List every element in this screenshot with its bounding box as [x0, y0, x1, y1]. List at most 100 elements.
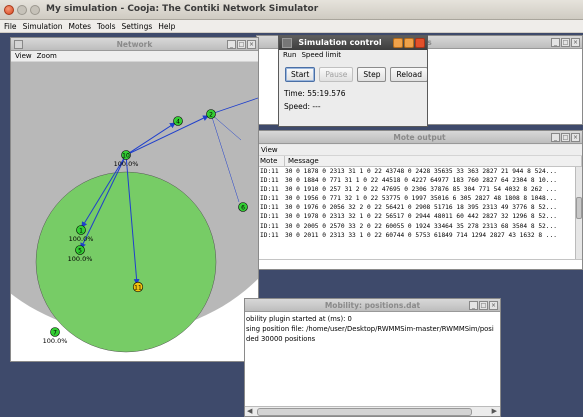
close-icon[interactable]: ×: [571, 133, 580, 142]
node-2[interactable]: 2: [206, 109, 216, 119]
close-icon[interactable]: ×: [571, 38, 580, 47]
mote-id-cell: ID:11: [260, 231, 279, 239]
start-button[interactable]: Start: [285, 67, 316, 82]
table-row[interactable]: ID:11 30 0 1976 0 2056 32 2 0 22 56421 0 …: [257, 203, 582, 212]
svg-text:4: 4: [176, 119, 180, 126]
table-row[interactable]: ID:11 30 0 1878 0 2313 31 1 0 22 43748 0 …: [257, 167, 582, 176]
mobility-title: Mobility: positions.dat: [324, 301, 421, 310]
simulation-control-window: Simulation control Run Speed limit Start…: [278, 35, 428, 127]
menu-speed-limit[interactable]: Speed limit: [301, 50, 341, 61]
mote-output-window: Mote output _ □ × View Mote Message ID:11 3…: [256, 130, 583, 270]
reload-button[interactable]: Reload: [390, 67, 427, 82]
node-4[interactable]: 4: [173, 116, 183, 126]
column-message[interactable]: Message: [285, 156, 582, 166]
menu-bar: File Simulation Motes Tools Settings Hel…: [0, 20, 583, 33]
mote-output-title: Mote output: [393, 133, 446, 142]
maximize-icon[interactable]: □: [237, 40, 246, 49]
menu-file[interactable]: File: [4, 20, 17, 32]
minimize-icon[interactable]: _: [469, 301, 478, 310]
message-cell: 30 0 1976 0 2056 32 2 0 22 56421 0 2908 …: [285, 204, 557, 212]
node-7[interactable]: 7 100.0%: [43, 327, 68, 346]
maximize-icon[interactable]: □: [561, 38, 570, 47]
step-button[interactable]: Step: [357, 67, 387, 82]
window-title: My simulation - Cooja: The Contiki Netwo…: [46, 4, 319, 14]
mote-output-table[interactable]: ID:11 30 0 1878 0 2313 31 1 0 22 43748 0 …: [257, 167, 582, 259]
table-row[interactable]: ID:11 30 0 1910 0 257 31 2 0 22 47695 0 2…: [257, 185, 582, 194]
simulation-control-title: Simulation control: [298, 38, 382, 47]
message-cell: 30 0 1978 0 2313 32 1 0 22 56517 0 2944 …: [285, 213, 557, 221]
message-cell: 30 0 1884 0 771 31 1 0 22 44518 0 4227 6…: [285, 177, 557, 185]
menu-zoom[interactable]: Zoom: [37, 51, 57, 61]
menu-view[interactable]: View: [261, 145, 278, 155]
mobility-log[interactable]: obility plugin started at (ms): 0 sing p…: [245, 312, 500, 406]
svg-text:10: 10: [122, 153, 130, 160]
table-row[interactable]: ID:11 30 0 1956 0 771 32 1 0 22 53775 0 1…: [257, 194, 582, 203]
svg-text:1: 1: [79, 228, 83, 235]
menu-view[interactable]: View: [15, 51, 32, 61]
menu-tools[interactable]: Tools: [97, 20, 115, 32]
simulation-speed: Speed: ---: [284, 102, 321, 111]
message-cell: 30 0 2005 0 2570 33 2 0 22 60055 0 1924 …: [285, 222, 557, 230]
filter-input[interactable]: [257, 259, 582, 269]
maximize-icon[interactable]: □: [479, 301, 488, 310]
table-row[interactable]: ID:11 30 0 2005 0 2570 33 2 0 22 60055 0 …: [257, 222, 582, 231]
network-title: Network: [116, 40, 153, 49]
close-icon[interactable]: [415, 38, 425, 48]
mote-id-cell: ID:11: [260, 195, 279, 203]
scroll-left-icon[interactable]: ◀: [247, 407, 252, 415]
menu-settings[interactable]: Settings: [122, 20, 153, 32]
desktop-area: Notes _□× here Mote output _□× View Mote…: [0, 33, 583, 417]
svg-text:11: 11: [134, 285, 142, 292]
node-6[interactable]: 6: [238, 202, 248, 212]
mote-id-cell: ID:11: [260, 168, 279, 175]
simulation-control-titlebar[interactable]: Simulation control: [279, 36, 427, 50]
mote-id-cell: ID:11: [260, 213, 279, 221]
message-cell: 30 0 1878 0 2313 31 1 0 22 43748 0 2428 …: [285, 168, 557, 175]
network-titlebar[interactable]: Network _ □ ×: [11, 38, 258, 51]
minimize-icon[interactable]: _: [551, 38, 560, 47]
horizontal-scrollbar[interactable]: ◀ ▶: [245, 406, 500, 416]
menu-run[interactable]: Run: [283, 50, 296, 61]
transmission-range: [35, 171, 217, 353]
svg-text:100.0%: 100.0%: [68, 255, 93, 263]
maximize-icon[interactable]: □: [561, 133, 570, 142]
vertical-scrollbar[interactable]: [575, 167, 582, 259]
mote-output-titlebar[interactable]: Mote output _ □ ×: [257, 131, 582, 144]
menu-motes[interactable]: Motes: [69, 20, 92, 32]
svg-text:100.0%: 100.0%: [43, 337, 68, 345]
pause-button[interactable]: Pause: [319, 67, 354, 82]
mote-id-cell: ID:11: [260, 186, 279, 194]
maximize-icon[interactable]: [404, 38, 414, 48]
svg-text:2: 2: [209, 112, 213, 119]
maximize-icon[interactable]: [30, 5, 40, 15]
log-line: sing position file: /home/user/Desktop/R…: [246, 325, 494, 333]
svg-text:100.0%: 100.0%: [69, 235, 94, 243]
close-icon[interactable]: [4, 5, 14, 15]
table-header: Mote Message: [257, 156, 582, 167]
column-mote[interactable]: Mote: [257, 156, 285, 166]
menu-simulation[interactable]: Simulation: [23, 20, 63, 32]
close-icon[interactable]: ×: [489, 301, 498, 310]
scroll-right-icon[interactable]: ▶: [492, 407, 497, 415]
message-cell: 30 0 1956 0 771 32 1 0 22 53775 0 1997 3…: [285, 195, 557, 203]
network-canvas[interactable]: 2 4 6 10 100.0% 1 100.0% 5 100.0% 11 7 1…: [11, 62, 258, 361]
minimize-icon[interactable]: [17, 5, 27, 15]
mobility-window: Mobility: positions.dat _ □ × obility plug…: [244, 298, 501, 417]
minimize-icon[interactable]: [393, 38, 403, 48]
mobility-titlebar[interactable]: Mobility: positions.dat _ □ ×: [245, 299, 500, 312]
table-row[interactable]: ID:11 30 0 1884 0 771 31 1 0 22 44518 0 4…: [257, 176, 582, 185]
table-row[interactable]: ID:11 30 0 2011 0 2313 33 1 0 22 60744 0 …: [257, 231, 582, 240]
table-row[interactable]: ID:11 30 0 1978 0 2313 32 1 0 22 56517 0 …: [257, 212, 582, 221]
log-line: obility plugin started at (ms): 0: [246, 315, 352, 323]
minimize-icon[interactable]: _: [227, 40, 236, 49]
close-icon[interactable]: ×: [247, 40, 256, 49]
mote-id-cell: ID:11: [260, 222, 279, 230]
svg-text:5: 5: [78, 248, 82, 255]
message-cell: 30 0 2011 0 2313 33 1 0 22 60744 0 5753 …: [285, 231, 557, 239]
mote-id-cell: ID:11: [260, 204, 279, 212]
window-titlebar: My simulation - Cooja: The Contiki Netwo…: [0, 0, 583, 20]
minimize-icon[interactable]: _: [551, 133, 560, 142]
svg-text:6: 6: [241, 205, 245, 212]
menu-help[interactable]: Help: [158, 20, 175, 32]
node-11[interactable]: 11: [132, 281, 144, 293]
